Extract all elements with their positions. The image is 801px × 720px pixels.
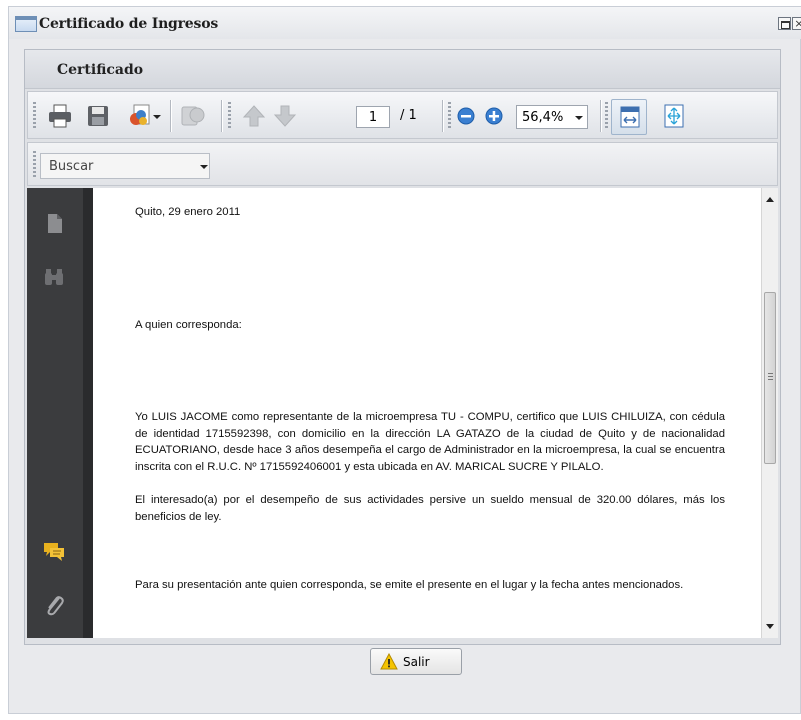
scroll-thumb[interactable] [764, 292, 776, 464]
scroll-grip-icon [768, 373, 773, 381]
scroll-up-arrow-icon[interactable] [766, 197, 774, 202]
document-viewer: Quito, 29 enero 2011 A quien corresponda… [27, 188, 778, 638]
print-icon[interactable] [46, 102, 74, 130]
share-icon[interactable] [179, 102, 207, 130]
zoom-out-icon[interactable] [456, 106, 476, 126]
toolbar-grip[interactable] [605, 102, 608, 130]
fit-width-icon [620, 106, 640, 128]
document-body-paragraph: Yo LUIS JACOME como representante de la … [135, 411, 725, 473]
toolbar-grip[interactable] [33, 151, 36, 179]
binoculars-icon[interactable] [41, 264, 67, 290]
page-gutter [83, 188, 93, 638]
document-page: Quito, 29 enero 2011 A quien corresponda… [93, 188, 761, 638]
exit-button[interactable]: Salir [370, 648, 462, 675]
document-salary-paragraph: El interesado(a) por el desempeño de sus… [135, 494, 725, 523]
zoom-select[interactable]: 56,4% [516, 105, 588, 129]
export-dropdown-arrow-icon[interactable] [152, 102, 162, 130]
attachment-icon[interactable] [41, 592, 67, 618]
fit-page-icon[interactable] [660, 102, 688, 130]
window-title: Certificado de Ingresos [39, 16, 219, 32]
search-dropdown-arrow-icon[interactable] [200, 165, 208, 169]
panel-header: Certificado [25, 50, 780, 89]
window-icon [15, 16, 37, 32]
toolbar-separator [600, 100, 601, 132]
panel-title: Certificado [57, 62, 144, 78]
zoom-in-icon[interactable] [484, 106, 504, 126]
zoom-value: 56,4% [522, 110, 564, 125]
toolbar-grip[interactable] [33, 102, 36, 130]
comments-icon[interactable] [41, 538, 67, 564]
warning-icon [380, 653, 398, 670]
save-icon[interactable] [84, 102, 112, 130]
document-date: Quito, 29 enero 2011 [135, 206, 241, 218]
search-bar [27, 142, 778, 186]
viewer-side-rail [27, 188, 83, 638]
page-number-input[interactable] [356, 106, 390, 128]
zoom-dropdown-arrow-icon[interactable] [575, 116, 583, 120]
scroll-down-arrow-icon[interactable] [766, 624, 774, 629]
window-titlebar[interactable]: Certificado de Ingresos × [9, 7, 801, 39]
maximize-button[interactable] [778, 17, 791, 30]
toolbar-grip[interactable] [228, 102, 231, 130]
toolbar-grip[interactable] [448, 102, 451, 130]
prev-page-icon[interactable] [240, 102, 268, 130]
search-input[interactable] [41, 154, 191, 178]
page-total: / 1 [400, 108, 417, 123]
document-salutation: A quien corresponda: [135, 319, 242, 331]
viewer-toolbar: / 1 56,4% [27, 91, 778, 139]
vertical-scrollbar[interactable] [761, 188, 778, 638]
exit-button-label: Salir [403, 655, 430, 669]
toolbar-separator [170, 100, 171, 132]
search-combobox[interactable] [40, 153, 210, 179]
certificate-panel: Certificado 1 / 1 56,4% Buscar Quito, 29… [24, 49, 781, 645]
pages-icon[interactable] [41, 210, 67, 236]
export-icon[interactable] [126, 102, 154, 130]
next-page-icon[interactable] [271, 102, 299, 130]
toolbar-separator [221, 100, 222, 132]
document-closing-paragraph: Para su presentación ante quien correspo… [135, 579, 684, 591]
toolbar-separator [442, 100, 443, 132]
close-button[interactable]: × [792, 17, 801, 30]
fit-width-button[interactable] [611, 99, 647, 135]
